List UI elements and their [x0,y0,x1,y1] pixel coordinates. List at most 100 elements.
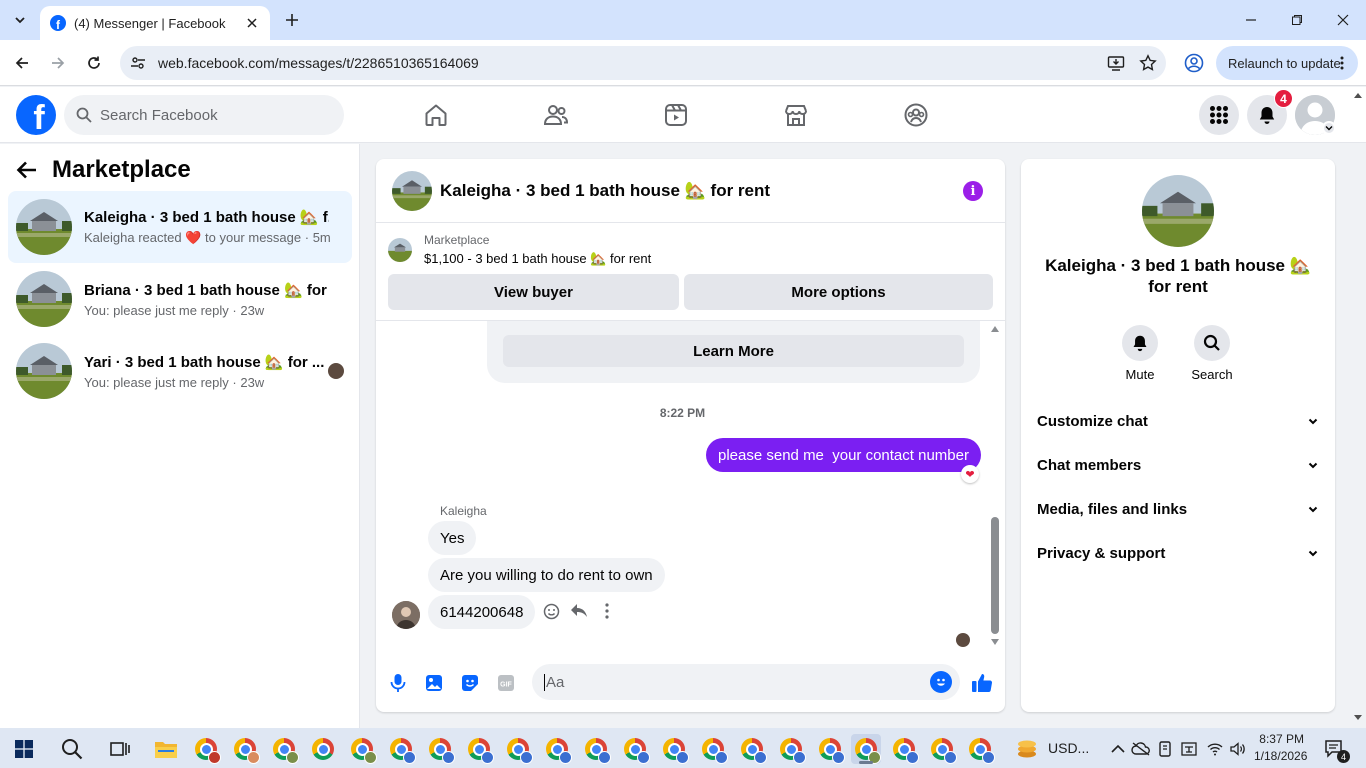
bell-icon [1259,107,1275,124]
message-input[interactable] [544,673,904,691]
facebook-search-input[interactable] [100,106,300,124]
taskbar-chrome-window-active[interactable] [851,734,881,764]
section-media-files-links[interactable]: Media, files and links [1037,495,1319,523]
chat-title[interactable]: Kaleigha · 3 bed 1 bath house 🏡 for rent [440,181,770,201]
taskbar-chrome-window[interactable] [776,734,806,764]
taskbar-chrome-window[interactable] [386,734,416,764]
taskbar-chrome-window[interactable] [425,734,455,764]
reply-button[interactable] [570,602,588,620]
notification-center-button[interactable]: 4 [1320,734,1350,764]
gif-button[interactable]: GIF [495,672,517,694]
bookmark-button[interactable] [1134,49,1162,77]
taskbar-chrome-window[interactable] [269,734,299,764]
account-menu-caret[interactable] [1322,121,1336,135]
taskbar-chrome-window[interactable] [889,734,919,764]
listing-thumbnail[interactable] [1142,175,1214,247]
taskbar-chrome-window[interactable] [542,734,572,764]
relaunch-to-update-button[interactable]: Relaunch to update [1216,46,1358,80]
taskbar-chrome-window[interactable] [503,734,533,764]
conversation-item-yari[interactable]: Yari · 3 bed 1 bath house 🏡 for ... You:… [8,335,352,407]
chat-header-thumbnail[interactable] [392,170,432,211]
chat-scrollbar[interactable] [990,324,1000,649]
tab-close-button[interactable] [244,15,260,31]
learn-more-button[interactable]: Learn More [503,335,964,367]
taskbar-chrome-window[interactable] [464,734,494,764]
attach-photo-button[interactable] [423,672,445,694]
taskbar-chrome-window[interactable] [698,734,728,764]
incoming-message[interactable]: Are you willing to do rent to own [428,558,665,592]
conversation-item-briana[interactable]: Briana · 3 bed 1 bath house 🏡 for ... Yo… [8,263,352,335]
taskbar-chrome-window[interactable] [347,734,377,764]
minimize-button[interactable] [1228,0,1274,40]
restore-button[interactable] [1274,0,1320,40]
search-in-conversation-button[interactable]: Search [1182,325,1242,382]
facebook-search-box[interactable] [64,95,344,135]
install-app-button[interactable] [1102,49,1130,77]
taskbar-chrome-window[interactable] [659,734,689,764]
volume-button[interactable] [1223,734,1253,764]
start-button[interactable] [9,734,39,764]
voice-clip-button[interactable] [387,672,409,694]
new-tab-button[interactable] [280,8,304,32]
taskbar-chrome-window[interactable] [581,734,611,764]
message-input-box[interactable] [532,664,960,700]
outgoing-message[interactable]: please send me your contact number [706,438,981,472]
currency-widget[interactable] [1012,734,1042,764]
section-customize-chat[interactable]: Customize chat [1037,407,1319,435]
view-buyer-button[interactable]: View buyer [388,274,679,310]
taskbar-chrome-window[interactable] [965,734,995,764]
emoji-button[interactable] [930,671,952,693]
file-explorer-button[interactable] [151,734,181,764]
nav-tab-video[interactable] [620,87,732,143]
address-bar[interactable]: web.facebook.com/messages/t/228651036516… [120,46,1166,80]
menu-button[interactable] [1199,95,1239,135]
taskbar-chrome-window[interactable] [230,734,260,764]
reload-button[interactable] [80,49,108,77]
taskbar-chrome-window[interactable] [927,734,957,764]
scroll-down-arrow[interactable] [991,639,999,645]
nav-tab-marketplace[interactable] [740,87,852,143]
more-options-button[interactable]: More options [684,274,993,310]
taskbar-chrome-window[interactable] [620,734,650,764]
taskbar-chrome-window[interactable] [191,734,221,764]
facebook-logo[interactable]: f [16,95,56,135]
mute-button[interactable]: Mute [1110,325,1170,382]
browser-tab-messenger[interactable]: f (4) Messenger | Facebook [40,6,270,40]
section-chat-members[interactable]: Chat members [1037,451,1319,479]
nav-tab-groups[interactable] [860,87,972,143]
info-icon[interactable]: i [963,181,983,201]
section-privacy-support[interactable]: Privacy & support [1037,539,1319,567]
conversation-item-kaleigha[interactable]: Kaleigha · 3 bed 1 bath house 🏡 f... Kal… [8,191,352,263]
sticker-button[interactable] [459,672,481,694]
marketplace-listing[interactable]: Marketplace $1,100 - 3 bed 1 bath house … [388,233,651,267]
taskbar-chrome-window[interactable] [815,734,845,764]
notifications-button[interactable]: 4 [1247,89,1293,135]
incoming-message[interactable]: Yes [428,521,477,555]
chrome-profile-button[interactable] [1180,49,1208,77]
taskbar-search-button[interactable] [57,734,87,764]
tab-search-button[interactable] [8,8,32,32]
nav-tab-home[interactable] [380,87,492,143]
currency-widget-text[interactable]: USD... [1048,740,1089,756]
like-button[interactable] [971,672,993,694]
site-settings-icon[interactable] [130,55,146,71]
taskbar-chrome-window[interactable] [737,734,767,764]
url-text[interactable]: web.facebook.com/messages/t/228651036516… [158,55,1102,71]
task-view-button[interactable] [105,734,135,764]
forward-button[interactable] [44,49,72,77]
react-button[interactable] [542,602,560,620]
arrow-left-icon[interactable] [16,159,38,181]
clock[interactable]: 8:37 PM 1/18/2026 [1254,732,1307,763]
heart-reaction-icon[interactable]: ❤ [961,465,979,483]
page-scroll-down-arrow[interactable] [1354,715,1362,721]
incoming-message[interactable]: 6144200648 [428,595,536,629]
scroll-thumb[interactable] [991,517,999,634]
taskbar-chrome-window[interactable] [308,734,338,764]
close-window-button[interactable] [1320,0,1366,40]
more-button[interactable] [598,602,616,620]
nav-tab-friends[interactable] [500,87,612,143]
page-scroll-up-arrow[interactable] [1354,92,1362,98]
avatar[interactable] [392,601,420,629]
scroll-up-arrow[interactable] [991,326,999,332]
back-button[interactable] [8,49,36,77]
